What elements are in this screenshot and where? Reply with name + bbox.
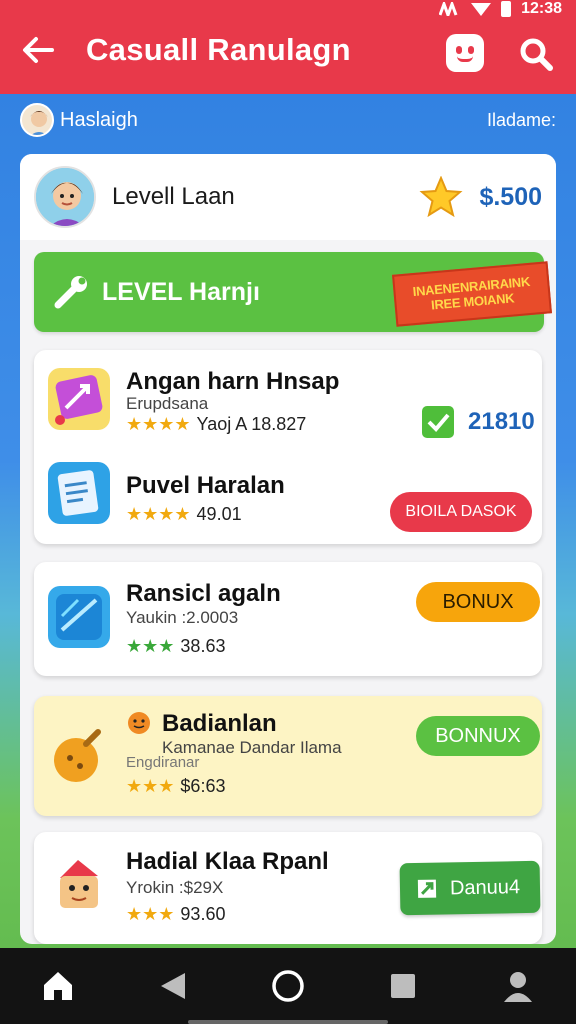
search-icon: [520, 38, 553, 71]
profile-avatar[interactable]: [34, 166, 96, 228]
home-indicator: [188, 1020, 388, 1024]
app-bar: 12:38 Casuall Ranulagn: [0, 0, 576, 94]
app-title: Ransicl agaln: [126, 580, 281, 607]
signal-icon: [439, 2, 458, 16]
nav-profile[interactable]: [494, 962, 542, 1010]
rating-value: Yaoj A 18.827: [196, 414, 307, 434]
nav-recents[interactable]: [379, 962, 427, 1010]
list-item[interactable]: Angan harn Hnsap Erupdsana ★★★★ Yaoj A 18…: [34, 350, 542, 450]
app-subtitle: Yrokin :$29X: [126, 878, 224, 897]
notepad-icon: [48, 462, 110, 524]
user-info[interactable]: Haslaigh: [20, 103, 138, 137]
home-circle-icon: [272, 970, 304, 1002]
bonus-badge-button[interactable]: Danuu4: [399, 860, 541, 916]
avatar[interactable]: [20, 103, 54, 137]
user-row: Haslaigh Iladame:: [20, 100, 556, 140]
rating-stars: ★★★★ Yaoj A 18.827: [126, 414, 307, 434]
emoji-icon: [128, 712, 150, 734]
puzzle-icon: [48, 368, 110, 430]
status-bar: 12:38: [439, 0, 562, 18]
status-time: 12:38: [521, 0, 562, 17]
rating-stars: ★★★★ 49.01: [126, 504, 242, 524]
level-banner[interactable]: LEVEL Harnjı INAENENRAIRAINK IREE MOIANK: [34, 252, 552, 332]
level-label: LEVEL Harnjı: [102, 277, 260, 306]
promo-ribbon[interactable]: INAENENRAIRAINK IREE MOIANK: [392, 261, 552, 327]
rating-value: 93.60: [180, 904, 226, 924]
back-button[interactable]: [22, 34, 54, 66]
arrow-left-icon: [23, 37, 54, 63]
rating-value: 38.63: [180, 636, 226, 656]
recents-square-icon: [391, 974, 416, 998]
coin-balance: $.500: [479, 182, 542, 211]
app-subtitle: Yaukin :2.0003: [126, 608, 239, 627]
bonus-badge-label: Danuu4: [449, 875, 521, 899]
wrench-icon: [54, 276, 87, 309]
profile-balance: $.500: [419, 176, 542, 218]
user-name: Haslaigh: [60, 108, 138, 131]
gift-icon: [417, 879, 437, 898]
list-item[interactable]: Puvel Haralan ★★★★ 49.01 BIOILA DASOK: [34, 450, 542, 544]
rating-value: 49.01: [196, 504, 242, 524]
app-card: Angan harn Hnsap Erupdsana ★★★★ Yaoj A 18…: [34, 350, 542, 544]
battery-icon: [501, 1, 512, 17]
character-icon: [48, 854, 110, 916]
profile-card[interactable]: Levell Laan $.500: [20, 154, 556, 240]
profile-icon: [504, 972, 533, 1002]
back-triangle-icon: [160, 973, 185, 999]
rating-stars: ★★★ 38.63: [126, 636, 226, 656]
app-card[interactable]: Hadial Klaa Rpanl Yrokin :$29X ★★★ 93.60 …: [34, 832, 542, 944]
app-title: Puvel Haralan: [126, 472, 285, 499]
person-icon: [36, 168, 94, 226]
nav-home-circle[interactable]: [264, 962, 312, 1010]
rating-stars: ★★★ $6:63: [126, 776, 226, 796]
home-icon: [43, 972, 72, 1000]
app-title: Angan harn Hnsap: [126, 368, 340, 395]
rating-value: $6:63: [180, 776, 226, 796]
person-icon: [30, 111, 48, 135]
app-subtitle: Erupdsana: [126, 394, 209, 413]
check-icon: [422, 406, 454, 438]
app-card[interactable]: Badianlan Kamanae Dandar Ilama Engdirana…: [34, 696, 542, 816]
page-title: Casuall Ranulagn: [86, 32, 351, 67]
search-button[interactable]: [518, 36, 554, 72]
user-right-label[interactable]: Iladame:: [487, 110, 556, 131]
profile-name: Levell Laan: [112, 183, 235, 210]
nav-back[interactable]: [149, 962, 197, 1010]
app-subtitle-secondary: Engdiranar: [126, 754, 200, 771]
nav-home[interactable]: [34, 962, 82, 1010]
app-title: Hadial Klaa Rpanl: [126, 848, 329, 875]
app-title: Badianlan: [162, 710, 277, 737]
coconut-icon: [48, 724, 110, 786]
bonus-button[interactable]: BONNUX: [416, 716, 540, 756]
action-button[interactable]: BIOILA DASOK: [390, 492, 532, 532]
score-value: 21810: [468, 408, 535, 435]
main-panel: Levell Laan $.500 LEVEL Harnjı INAENENRA…: [20, 154, 556, 944]
tablet-icon: [48, 586, 110, 648]
navigation-bar: [0, 948, 576, 1024]
star-icon: [419, 176, 463, 218]
wifi-icon: [471, 2, 492, 16]
app-card[interactable]: Ransicl agaln Yaukin :2.0003 ★★★ 38.63 BO…: [34, 562, 542, 676]
rating-stars: ★★★ 93.60: [126, 904, 226, 924]
face-icon: [456, 46, 462, 54]
bonus-button[interactable]: BONUX: [416, 582, 540, 622]
face-button[interactable]: [446, 34, 484, 72]
score-indicator: 21810: [422, 406, 535, 438]
